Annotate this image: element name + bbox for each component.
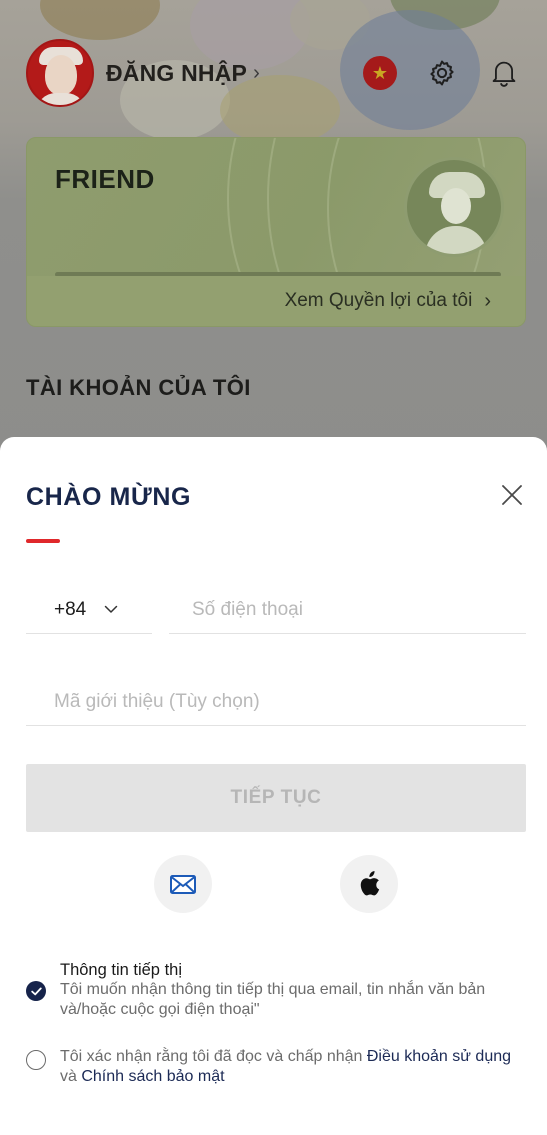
terms-consent: Tôi xác nhận rằng tôi đã đọc và chấp nhậ… — [26, 1047, 522, 1087]
country-code-select[interactable]: +84 — [26, 587, 152, 634]
header-actions: ★ — [363, 56, 521, 90]
marketing-consent-heading: Thông tin tiếp thị — [60, 961, 182, 979]
title-accent-bar — [26, 539, 60, 543]
terms-of-use-link[interactable]: Điều khoản sử dụng — [367, 1048, 511, 1065]
phone-number-input[interactable] — [169, 587, 526, 634]
chevron-right-icon: › — [253, 61, 260, 84]
profile-page-background: ĐĂNG NHẬP › ★ FRIEND Xem Quyền lợi của t… — [0, 0, 547, 470]
profile-header: ĐĂNG NHẬP › ★ — [26, 39, 521, 107]
apple-login-button[interactable] — [340, 855, 398, 913]
referral-code-input[interactable] — [26, 678, 526, 726]
plush-toy-decoration — [40, 0, 160, 40]
marketing-consent: Thông tin tiếp thị Tôi muốn nhận thông t… — [26, 960, 522, 1020]
chevron-down-icon — [104, 605, 118, 613]
membership-tier-card[interactable]: FRIEND Xem Quyền lợi của tôi › — [26, 137, 526, 327]
avatar[interactable] — [26, 39, 94, 107]
country-code-value: +84 — [54, 599, 87, 620]
checkmark-icon — [30, 986, 42, 995]
apple-icon — [360, 871, 380, 896]
terms-consent-checkbox[interactable] — [26, 1050, 46, 1070]
benefits-link-row[interactable]: Xem Quyền lợi của tôi › — [27, 276, 525, 326]
account-section-title: TÀI KHOẢN CỦA TÔI — [26, 375, 251, 400]
terms-consent-text: Tôi xác nhận rằng tôi đã đọc và chấp nhậ… — [60, 1048, 367, 1065]
tier-medal-icon — [404, 157, 504, 257]
terms-consent-conjunction: và — [60, 1068, 82, 1085]
marketing-consent-body: Tôi muốn nhận thông tin tiếp thị qua ema… — [60, 981, 486, 1018]
benefits-link[interactable]: Xem Quyền lợi của tôi — [285, 290, 473, 312]
marketing-consent-checkbox[interactable] — [26, 981, 46, 1001]
tier-name: FRIEND — [55, 164, 155, 194]
close-button[interactable] — [498, 481, 526, 509]
envelope-icon — [170, 874, 196, 894]
chevron-right-icon: › — [484, 289, 491, 312]
login-link[interactable]: ĐĂNG NHẬP — [106, 60, 247, 87]
close-icon — [502, 485, 522, 505]
gear-icon[interactable] — [425, 56, 459, 90]
privacy-policy-link[interactable]: Chính sách bảo mật — [81, 1068, 224, 1085]
bell-icon[interactable] — [487, 56, 521, 90]
login-bottom-sheet: CHÀO MỪNG +84 TIẾP TỤC — [0, 437, 547, 1135]
email-login-button[interactable] — [154, 855, 212, 913]
flag-star: ★ — [371, 63, 389, 83]
vietnam-flag-icon[interactable]: ★ — [363, 56, 397, 90]
continue-button[interactable]: TIẾP TỤC — [26, 764, 526, 832]
sheet-title: CHÀO MỪNG — [26, 483, 192, 511]
